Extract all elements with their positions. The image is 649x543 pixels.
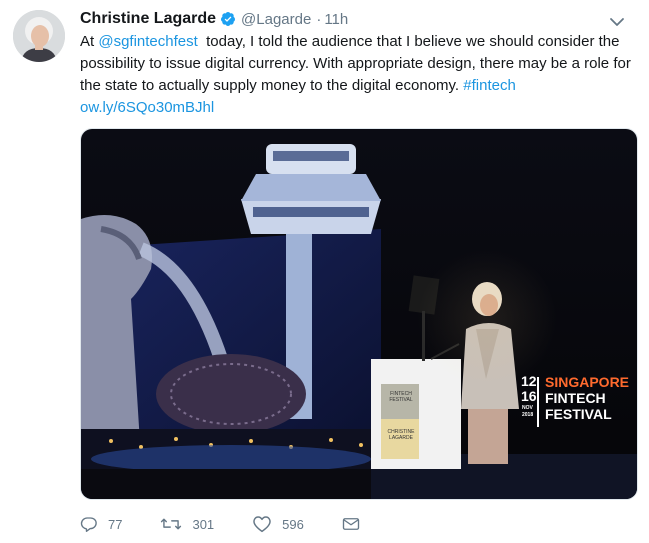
tweet-text-prefix: At [80,33,99,50]
author-name[interactable]: Christine Lagarde [80,10,216,28]
direct-message-button[interactable] [342,516,370,532]
tweet-text: At @sgfintechfest today, I told the audi… [80,31,640,119]
like-count: 596 [282,516,304,532]
tweet-actions: 77 301 596 [80,512,408,536]
retweet-icon [161,518,182,530]
mention-link[interactable]: @sgfintechfest [98,33,197,50]
avatar-image [13,10,65,62]
chevron-down-icon[interactable] [607,12,627,32]
podium-label: FINTECH FESTIVAL CHRISTINE LAGARDE [383,391,419,441]
separator-dot: · [316,10,322,28]
verified-badge-icon [221,12,236,26]
banner-year: 2018 [522,412,534,418]
banner-date-top: 12 [521,373,537,389]
reply-icon [80,517,97,532]
hashtag-link[interactable]: #fintech [463,77,516,94]
banner-line2: FINTECH [545,390,606,406]
conference-photo [81,129,637,499]
banner-date-bottom: 16 [521,388,537,404]
retweet-count: 301 [192,516,215,532]
heart-icon [253,516,271,533]
author-handle[interactable]: @Lagarde [241,11,311,28]
banner-line3: FESTIVAL [545,406,612,422]
podium-label-line2: FESTIVAL [389,397,413,403]
tweet-media-photo[interactable]: 12 16 NOV 2018 SINGAPORE FINTECH FESTIVA… [80,128,638,500]
banner-line1: SINGAPORE [545,374,630,390]
avatar[interactable] [13,10,65,62]
podium-label-line4: LAGARDE [389,435,413,441]
tweet-timestamp[interactable]: 11h [324,11,348,28]
envelope-icon [342,518,360,530]
banner-month: NOV [522,405,533,411]
like-button[interactable]: 596 [252,515,304,533]
url-link[interactable]: ow.ly/6SQo30mBJhl [80,99,214,116]
retweet-button[interactable]: 301 [160,515,214,533]
reply-count: 77 [108,516,123,532]
tweet-header: Christine Lagarde @Lagarde · 11h [80,8,637,30]
reply-button[interactable]: 77 [80,515,122,533]
